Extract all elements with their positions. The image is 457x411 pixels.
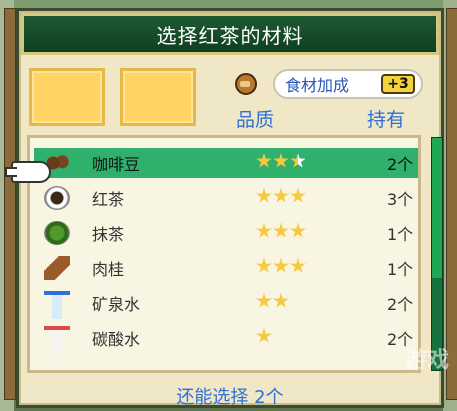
ingredient-bonus-pill: 食材加成 +3 — [273, 69, 423, 99]
ingredient-count: 1个 — [387, 225, 414, 244]
ingredient-count: 2个 — [387, 295, 414, 314]
quality-stars — [256, 293, 290, 313]
remaining-selections-text: 还能选择 2个 — [176, 387, 284, 408]
owned-column-header: 持有 — [367, 109, 406, 131]
star-icon — [290, 258, 306, 273]
ingredient-row[interactable]: 咖啡豆 2个 — [34, 148, 418, 178]
ingredient-row[interactable]: 红茶 3个 — [34, 183, 418, 213]
ingredient-name: 咖啡豆 — [92, 155, 141, 174]
scrollbar-thumb[interactable] — [432, 138, 442, 278]
star-icon — [273, 153, 289, 168]
dialog-title: 选择红茶的材料 — [21, 13, 439, 55]
quality-stars — [256, 188, 307, 208]
soda-water-icon — [44, 326, 70, 354]
star-icon — [256, 258, 272, 273]
star-icon — [256, 223, 272, 238]
ingredient-name: 碳酸水 — [92, 330, 141, 349]
ingredient-count: 2个 — [387, 155, 414, 174]
star-icon — [290, 223, 306, 238]
ingredient-slot-1[interactable] — [29, 68, 105, 126]
watermark: 游戏 — [404, 348, 449, 373]
ingredient-select-dialog: 选择红茶的材料 食材加成 +3 品质 持有 咖啡豆 2个 红茶 3个 抹茶 1个 肉桂 1个矿… — [5, 8, 449, 408]
pointing-hand-icon — [5, 161, 51, 183]
black-tea-icon — [44, 186, 70, 210]
star-icon — [273, 188, 289, 203]
star-icon — [256, 293, 272, 308]
quality-stars — [256, 258, 307, 278]
ingredient-slot-2[interactable] — [120, 68, 196, 126]
quality-column-header: 品质 — [236, 109, 275, 131]
cinnamon-icon — [44, 256, 70, 280]
ingredient-count: 1个 — [387, 260, 414, 279]
ingredient-name: 肉桂 — [92, 260, 125, 279]
star-icon — [256, 328, 272, 343]
ingredient-name: 红茶 — [92, 190, 125, 209]
ingredient-row[interactable]: 肉桂 1个 — [34, 253, 418, 283]
star-icon — [256, 188, 272, 203]
half-star-icon — [290, 153, 306, 168]
quality-stars — [256, 328, 273, 348]
star-icon — [273, 223, 289, 238]
dialog-title-text: 选择红茶的材料 — [156, 23, 304, 48]
matcha-icon — [44, 221, 70, 245]
ingredient-count: 3个 — [387, 190, 414, 209]
quality-stars — [256, 223, 307, 243]
ingredient-row[interactable]: 抹茶 1个 — [34, 218, 418, 248]
quality-stars — [256, 153, 307, 173]
star-icon — [290, 188, 306, 203]
star-icon — [273, 293, 289, 308]
star-icon — [273, 258, 289, 273]
chef-icon — [235, 73, 257, 95]
ingredient-name: 抹茶 — [92, 225, 125, 244]
bonus-value-badge: +3 — [381, 74, 415, 94]
bonus-label: 食材加成 — [285, 76, 350, 95]
background-post-left — [4, 8, 16, 400]
mineral-water-icon — [44, 291, 70, 319]
star-icon — [256, 153, 272, 168]
ingredient-row[interactable]: 矿泉水 2个 — [34, 288, 418, 319]
ingredient-name: 矿泉水 — [92, 295, 141, 314]
